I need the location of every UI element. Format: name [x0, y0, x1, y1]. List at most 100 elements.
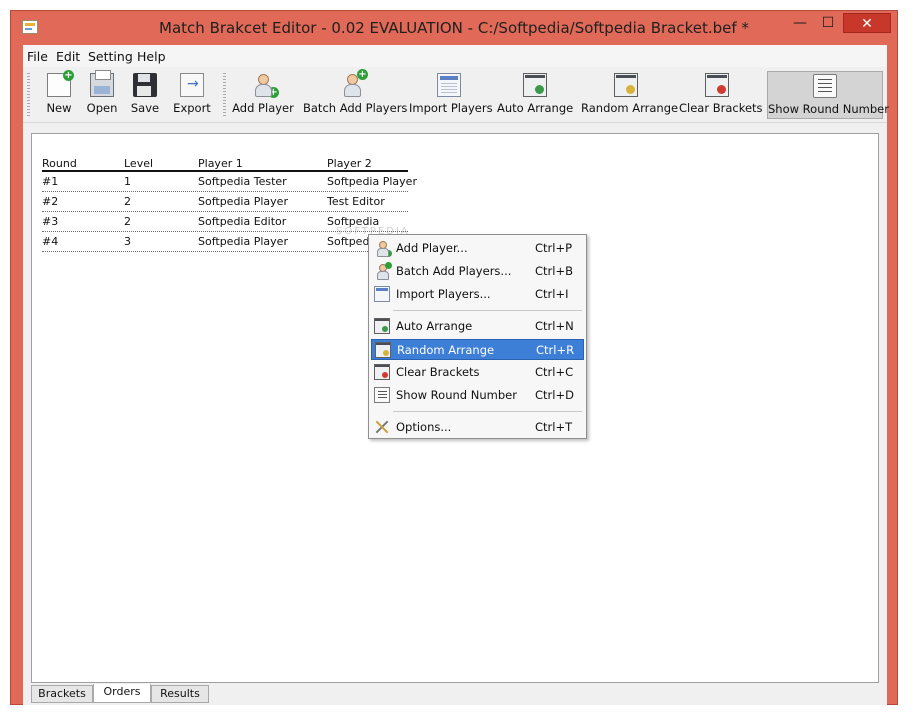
menu-item-import-players[interactable]: Import Players... Ctrl+I — [371, 284, 584, 305]
menu-bar: File Edit Setting Help — [23, 45, 887, 67]
menu-item-label: Auto Arrange — [396, 319, 473, 333]
menu-file[interactable]: File — [27, 49, 48, 64]
minimize-button[interactable]: — — [787, 13, 813, 33]
clear-brackets-icon — [705, 73, 729, 97]
save-label: Save — [130, 101, 160, 115]
add-player-label: Add Player — [232, 101, 294, 115]
menu-item-label: Options... — [396, 420, 452, 434]
new-document-icon: + — [47, 70, 74, 97]
menu-separator — [393, 411, 582, 412]
player1-cell: Softpedia Player — [198, 195, 288, 208]
title-bar[interactable]: Match Brakcet Editor - 0.02 EVALUATION -… — [11, 11, 897, 45]
menu-item-label: Show Round Number — [396, 388, 517, 402]
show-round-number-button[interactable]: Show Round Number — [767, 71, 889, 119]
menu-item-shortcut: Ctrl+I — [535, 287, 569, 301]
player1-cell: Softpedia Editor — [198, 215, 287, 228]
auto-arrange-label: Auto Arrange — [497, 101, 574, 115]
export-label: Export — [173, 101, 211, 115]
player2-cell: Test Editor — [327, 195, 385, 208]
tab-orders[interactable]: Orders — [93, 684, 151, 703]
menu-item-add-player[interactable]: Add Player... Ctrl+P — [371, 238, 584, 259]
random-arrange-label: Random Arrange — [581, 101, 679, 115]
round-cell: #1 — [42, 175, 59, 188]
add-player-icon: + — [251, 73, 279, 98]
clear-brackets-label: Clear Brackets — [679, 101, 763, 115]
menu-item-label: Add Player... — [396, 241, 468, 255]
show-round-number-label: Show Round Number — [768, 102, 889, 116]
menu-item-random-arrange[interactable]: Random Arrange Ctrl+R — [371, 339, 584, 360]
menu-separator — [393, 310, 582, 311]
tab-results[interactable]: Results — [151, 685, 209, 703]
menu-item-shortcut: Ctrl+C — [535, 365, 574, 379]
auto-arrange-icon — [374, 318, 390, 334]
list-icon — [374, 387, 390, 403]
menu-item-label: Import Players... — [396, 287, 491, 301]
import-players-button[interactable]: Import Players — [409, 71, 493, 119]
random-arrange-icon — [614, 73, 638, 97]
import-players-icon — [374, 286, 390, 302]
level-cell: 2 — [124, 215, 131, 228]
table-row[interactable]: #1 1 Softpedia Tester Softpedia Player — [42, 172, 417, 192]
orders-table: Round Level Player 1 Player 2 #1 1 Softp… — [42, 156, 417, 252]
round-cell: #4 — [42, 235, 59, 248]
maximize-button[interactable]: ☐ — [815, 13, 841, 33]
menu-item-label: Batch Add Players... — [396, 264, 512, 278]
menu-setting[interactable]: Setting — [88, 49, 133, 64]
menu-item-shortcut: Ctrl+B — [535, 264, 573, 278]
tools-icon — [374, 419, 390, 435]
column-header[interactable]: Round — [42, 157, 77, 170]
new-label: New — [46, 101, 72, 115]
export-button[interactable]: Export — [167, 71, 217, 119]
level-cell: 1 — [124, 175, 131, 188]
clear-brackets-button[interactable]: Clear Brackets — [679, 71, 763, 119]
round-cell: #2 — [42, 195, 59, 208]
menu-help[interactable]: Help — [137, 49, 166, 64]
batch-add-players-icon: + — [340, 69, 368, 97]
toolbar: + New Open Save Export + Add Player + — [23, 67, 889, 123]
player1-cell: Softpedia Tester — [198, 175, 287, 188]
close-button[interactable]: ✕ — [843, 13, 891, 33]
column-header[interactable]: Player 2 — [327, 157, 372, 170]
menu-item-label: Clear Brackets — [396, 365, 480, 379]
add-player-icon — [374, 240, 392, 257]
tab-brackets[interactable]: Brackets — [31, 685, 93, 703]
column-header[interactable]: Level — [124, 157, 153, 170]
new-button[interactable]: + New — [35, 70, 83, 119]
context-menu: Add Player... Ctrl+P Batch Add Players..… — [368, 234, 587, 439]
list-icon — [813, 74, 837, 98]
window-title: Match Brakcet Editor - 0.02 EVALUATION -… — [159, 19, 749, 37]
auto-arrange-icon — [523, 73, 547, 97]
open-label: Open — [86, 101, 118, 115]
menu-edit[interactable]: Edit — [56, 49, 80, 64]
menu-item-shortcut: Ctrl+N — [535, 319, 574, 333]
random-arrange-button[interactable]: Random Arrange — [581, 71, 679, 119]
clear-brackets-icon — [374, 364, 390, 380]
toolbar-grip[interactable] — [27, 73, 30, 117]
level-cell: 3 — [124, 235, 131, 248]
menu-item-batch-add-players[interactable]: Batch Add Players... Ctrl+B — [371, 261, 584, 282]
menu-item-label: Random Arrange — [397, 343, 495, 357]
menu-item-shortcut: Ctrl+R — [536, 343, 575, 357]
batch-add-players-label: Batch Add Players — [303, 101, 408, 115]
menu-item-auto-arrange[interactable]: Auto Arrange Ctrl+N — [371, 316, 584, 337]
menu-item-show-round-number[interactable]: Show Round Number Ctrl+D — [371, 385, 584, 406]
toolbar-grip[interactable] — [223, 73, 226, 117]
add-player-button[interactable]: + Add Player — [231, 71, 295, 119]
menu-item-clear-brackets[interactable]: Clear Brackets Ctrl+C — [371, 362, 584, 383]
menu-item-options[interactable]: Options... Ctrl+T — [371, 417, 584, 438]
menu-item-shortcut: Ctrl+D — [535, 388, 574, 402]
export-icon — [180, 73, 204, 97]
player2-cell: Softpedia Player — [327, 175, 417, 188]
column-header[interactable]: Player 1 — [198, 157, 243, 170]
menu-item-shortcut: Ctrl+P — [535, 241, 573, 255]
round-cell: #3 — [42, 215, 59, 228]
import-players-icon — [437, 73, 461, 97]
auto-arrange-button[interactable]: Auto Arrange — [497, 71, 573, 119]
table-header: Round Level Player 1 Player 2 — [42, 156, 408, 172]
batch-add-players-button[interactable]: + Batch Add Players — [303, 69, 408, 119]
open-button[interactable]: Open — [81, 70, 123, 119]
menu-item-shortcut: Ctrl+T — [535, 420, 573, 434]
table-row[interactable]: #2 2 Softpedia Player Test Editor — [42, 192, 408, 212]
player1-cell: Softpedia Player — [198, 235, 288, 248]
save-button[interactable]: Save — [123, 71, 167, 119]
